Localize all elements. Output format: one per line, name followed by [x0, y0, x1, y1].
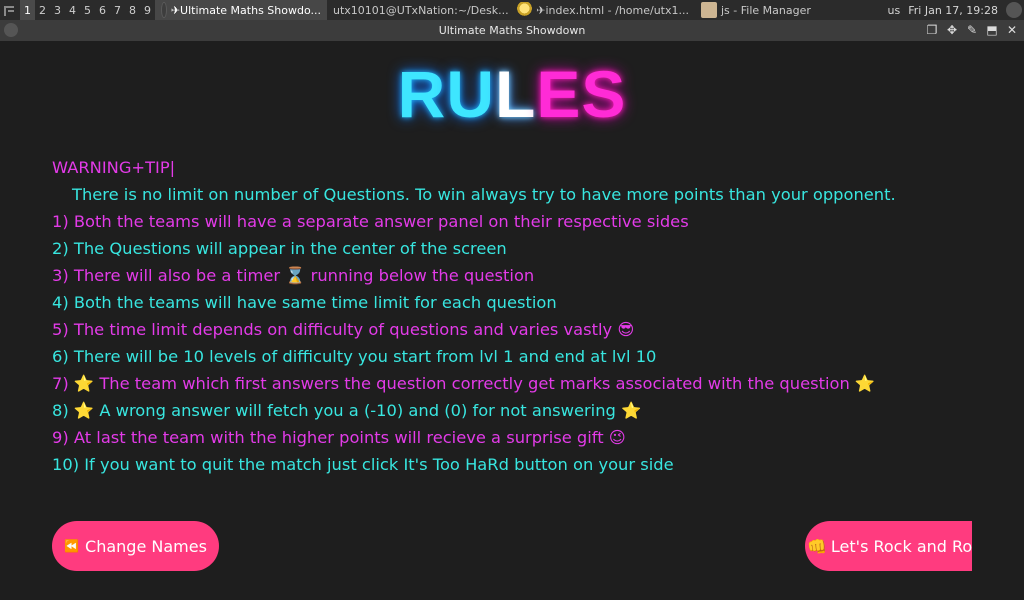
app-content: RULES WARNING+TIP| There is no limit on …: [0, 41, 1024, 600]
workspace-2[interactable]: 2: [35, 0, 50, 20]
task-label: utx10101@UTxNation:~/Desk...: [333, 3, 509, 17]
trophy-icon: [517, 2, 533, 18]
rule-item: 5) The time limit depends on difficulty …: [52, 320, 635, 339]
rule-item: 9) At last the team with the higher poin…: [52, 428, 626, 447]
heading-letters-es: ES: [536, 57, 627, 131]
workspace-9[interactable]: 9: [140, 0, 155, 20]
task-terminal[interactable]: utx10101@UTxNation:~/Desk...: [327, 0, 511, 20]
user-icon[interactable]: [1006, 2, 1022, 18]
app-menu-icon[interactable]: [0, 0, 20, 20]
change-names-button[interactable]: ⏪ Change Names: [52, 521, 219, 571]
window-menu-icon[interactable]: [4, 23, 18, 37]
text-cursor: |: [169, 158, 176, 177]
rule-item: 7) ⭐ The team which first answers the qu…: [52, 374, 876, 393]
task-file-manager[interactable]: js - File Manager: [695, 0, 817, 20]
maximize-icon[interactable]: ⬒: [984, 22, 1000, 38]
fist-icon: 👊: [807, 536, 827, 556]
warning-label: WARNING+TIP: [52, 158, 170, 177]
circle-icon: [161, 2, 167, 18]
rule-item: 8) ⭐ A wrong answer will fetch you a (-1…: [52, 401, 642, 420]
rule-item: 10) If you want to quit the match just c…: [52, 455, 674, 474]
rule-item: 3) There will also be a timer ⌛ running …: [52, 266, 535, 285]
restore-icon[interactable]: ❐: [924, 22, 940, 38]
window-title: Ultimate Maths Showdown: [438, 24, 586, 37]
tip-text: There is no limit on number of Questions…: [72, 185, 896, 204]
task-label: ✈index.html - /home/utx1...: [536, 3, 689, 17]
rules-heading: RULES: [380, 61, 644, 127]
window-controls: ❐ ✥ ✎ ⬒ ✕: [924, 22, 1020, 38]
task-editor[interactable]: ✈index.html - /home/utx1...: [511, 0, 695, 20]
workspace-4[interactable]: 4: [65, 0, 80, 20]
keyboard-layout[interactable]: us: [888, 4, 901, 17]
task-ultimate-maths[interactable]: ✈Ultimate Maths Showdo...: [155, 0, 327, 20]
window-titlebar: Ultimate Maths Showdown ❐ ✥ ✎ ⬒ ✕: [0, 20, 1024, 41]
taskbar: 1 2 3 4 5 6 7 8 9 ✈Ultimate Maths Showdo…: [0, 0, 1024, 20]
workspace-1[interactable]: 1: [20, 0, 35, 20]
heading-letter-u: U: [446, 57, 495, 131]
rule-item: 1) Both the teams will have a separate a…: [52, 212, 689, 231]
warning-label-line: WARNING+TIP|: [52, 154, 1012, 181]
clock[interactable]: Fri Jan 17, 19:28: [908, 4, 998, 17]
rewind-icon: ⏪: [64, 539, 80, 553]
heading-letter-l: L: [494, 57, 537, 131]
rule-item: 6) There will be 10 levels of difficulty…: [52, 347, 657, 366]
workspace-3[interactable]: 3: [50, 0, 65, 20]
task-label: ✈Ultimate Maths Showdo...: [170, 3, 321, 17]
workspace-7[interactable]: 7: [110, 0, 125, 20]
move-icon[interactable]: ✥: [944, 22, 960, 38]
pin-icon[interactable]: ✎: [964, 22, 980, 38]
workspace-5[interactable]: 5: [80, 0, 95, 20]
close-icon[interactable]: ✕: [1004, 22, 1020, 38]
change-names-label: Change Names: [85, 536, 207, 556]
workspace-8[interactable]: 8: [125, 0, 140, 20]
rules-list: WARNING+TIP| There is no limit on number…: [52, 154, 1012, 478]
lets-rock-button[interactable]: 👊 Let's Rock and Roll: [805, 521, 972, 571]
lets-rock-label: Let's Rock and Roll: [830, 536, 972, 556]
rule-item: 2) The Questions will appear in the cent…: [52, 239, 507, 258]
system-tray: us Fri Jan 17, 19:28: [888, 2, 1024, 18]
task-label: js - File Manager: [721, 3, 811, 17]
folder-icon: [701, 2, 717, 18]
rule-item: 4) Both the teams will have same time li…: [52, 293, 557, 312]
workspace-6[interactable]: 6: [95, 0, 110, 20]
heading-letter-r: R: [397, 57, 447, 131]
